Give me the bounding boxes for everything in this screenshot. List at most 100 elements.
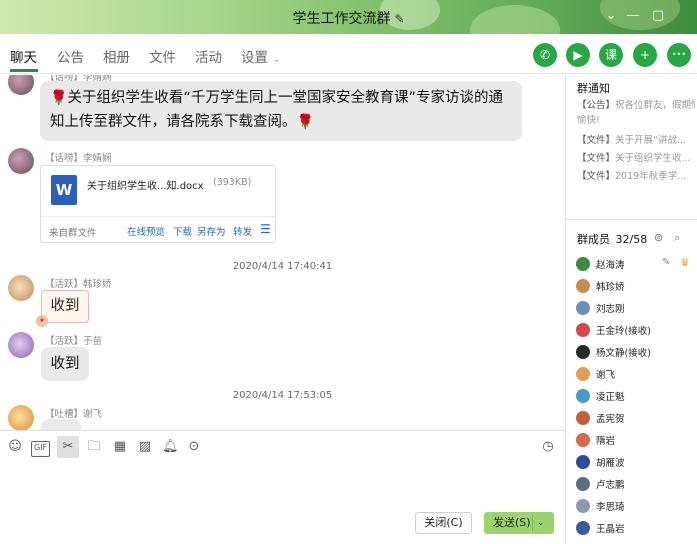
tab-album[interactable]: 相册 <box>103 46 130 66</box>
input-area[interactable]: ☺ GIF ✂ 🗀 ▦ ▨ 🔔︎ ⊙ ◷ 关闭(C) 发送(S) ⌄ <box>0 430 565 544</box>
message-bubble[interactable]: 🌹关于组织学生收看“千万学生同上一堂国家安全教育课”专家访谈的通知上传至群文件，… <box>40 81 522 141</box>
member-name: 李思琦 <box>596 502 625 513</box>
menu-icon[interactable]: ☰ <box>260 222 271 236</box>
rose-icon: 🌹 <box>296 114 314 130</box>
clock-icon[interactable]: ◷ <box>540 439 556 455</box>
screenshot-scissors-icon[interactable]: ✂ <box>57 436 79 458</box>
pencil-icon[interactable]: ✎ <box>662 257 670 268</box>
message-text: 收到 <box>50 356 80 372</box>
file-download-link[interactable]: 下载 <box>173 224 192 238</box>
avatar[interactable] <box>8 275 34 301</box>
member-item[interactable]: 王晶岩 <box>576 519 696 539</box>
timestamp: 2020/4/14 17:53:05 <box>232 390 333 401</box>
notice-item[interactable]: 【公告】祝各位群友，假期愉快! <box>577 97 695 111</box>
avatar[interactable] <box>8 405 34 430</box>
chevron-down-icon[interactable]: ⌄ <box>537 512 545 534</box>
pencil-icon[interactable]: ✎ <box>394 12 404 26</box>
members-count: 32/58 <box>615 233 648 246</box>
tab-chat[interactable]: 聊天 <box>10 46 37 66</box>
file-forward-link[interactable]: 转发 <box>233 224 252 238</box>
bubble-decoration-icon: ★ <box>36 315 48 327</box>
notice-item[interactable]: 【文件】关于组织学生收... <box>577 150 695 164</box>
avatar <box>576 455 590 469</box>
gif-icon[interactable]: GIF <box>31 441 51 457</box>
owner-badge-icon: ♛ <box>680 256 690 269</box>
member-name: 凌正魁 <box>596 392 625 403</box>
file-preview-link[interactable]: 在线预览 <box>127 224 165 238</box>
avatar <box>576 323 590 337</box>
avatar <box>576 367 590 381</box>
file-card[interactable]: W 关于组织学生收...知.docx (393KB) 来自群文件 在线预览 下载… <box>40 165 276 243</box>
member-item[interactable]: 凌正魁 <box>576 387 696 407</box>
message-sender: 【话唠】李婧娴 <box>45 153 112 164</box>
member-item[interactable]: 韩珍娇 <box>576 277 696 297</box>
notice-item[interactable]: 【文件】2019年秋季学... <box>577 168 695 182</box>
member-name: 谢飞 <box>596 370 616 381</box>
message-text: 关于组织学生收看“千万学生同上一堂国家安全教育课”专家访谈的通知上传至群文件，请… <box>50 90 503 130</box>
notice-tag: 【公告】 <box>577 100 616 111</box>
avatar <box>576 477 590 491</box>
member-name: 卢志鹏 <box>596 480 625 491</box>
notice-item[interactable]: 【文件】关于开展“讲战... <box>577 132 695 146</box>
message-bubble[interactable]: 收到 <box>41 290 89 323</box>
image-icon[interactable]: ▨ <box>137 439 153 455</box>
avatar <box>576 499 590 513</box>
file-save-as-link[interactable]: 另存为 <box>197 224 226 238</box>
image-text-icon[interactable]: ▦ <box>112 439 128 455</box>
member-name: 王金玲(接收) <box>596 326 651 337</box>
member-item[interactable]: 王金玲(接收) <box>576 321 696 341</box>
member-item[interactable]: 刘志刚 <box>576 299 696 319</box>
add-app-icon[interactable]: + <box>633 43 657 67</box>
folder-icon[interactable]: 🗀 <box>86 439 102 455</box>
tab-settings[interactable]: 设置 ⌄ <box>241 46 281 66</box>
file-name[interactable]: 关于组织学生收...知.docx <box>87 177 204 192</box>
member-name: 王晶岩 <box>596 524 625 535</box>
classroom-icon[interactable]: 课 <box>599 43 623 67</box>
close-button[interactable]: 关闭(C) <box>415 512 472 534</box>
collapse-icon[interactable]: ⌄ <box>603 8 619 24</box>
member-item[interactable]: 隋岩 <box>576 431 696 451</box>
member-item[interactable]: 杨文静(接收) <box>576 343 696 363</box>
title-bar: 学生工作交流群 ✎ ⌄ — ▢ <box>0 0 697 34</box>
tab-files[interactable]: 文件 <box>149 46 176 66</box>
file-size: (393KB) <box>213 177 252 188</box>
member-item[interactable]: 李思琦 <box>576 497 696 517</box>
message-sender: 【活跃】于苗 <box>45 336 103 347</box>
more-tools-icon[interactable]: ⊙ <box>186 439 202 455</box>
window-title[interactable]: 学生工作交流群 ✎ <box>0 8 697 28</box>
member-item[interactable]: 谢飞 <box>576 365 696 385</box>
chat-history[interactable]: 【话唠】李婧娴 🌹关于组织学生收看“千万学生同上一堂国家安全教育课”专家访谈的通… <box>0 75 565 430</box>
avatar[interactable] <box>8 75 34 95</box>
member-item[interactable]: 赵海涛 ✎ ♛ <box>576 255 696 275</box>
video-icon[interactable]: ▶ <box>566 43 590 67</box>
maximize-icon[interactable]: ▢ <box>650 8 666 24</box>
phone-icon[interactable]: ✆ <box>533 43 557 67</box>
member-name: 赵海涛 <box>596 260 625 271</box>
minimize-icon[interactable]: — <box>625 8 641 24</box>
avatar[interactable] <box>8 332 34 358</box>
member-manage-icon[interactable]: ⊚ <box>654 231 663 244</box>
group-members-panel: 群成员 32/58 ⊚ ⌕ 赵海涛 ✎ ♛ 韩珍娇 刘志刚 王金玲(接收) 杨文… <box>566 220 697 544</box>
avatar <box>576 345 590 359</box>
file-source: 来自群文件 <box>49 228 97 239</box>
send-button[interactable]: 发送(S) ⌄ <box>484 512 554 534</box>
members-title: 群成员 32/58 <box>577 231 647 247</box>
notice-tag: 【文件】 <box>577 153 616 164</box>
emoji-icon[interactable]: ☺ <box>7 439 23 455</box>
members-title-text: 群成员 <box>577 233 610 246</box>
bell-icon[interactable]: 🔔︎ <box>162 439 179 455</box>
tab-activity[interactable]: 活动 <box>195 46 222 66</box>
send-button-label: 发送(S) <box>493 516 531 529</box>
member-item[interactable]: 胡雁波 <box>576 453 696 473</box>
tab-settings-label: 设置 <box>241 50 268 66</box>
avatar[interactable] <box>8 148 34 174</box>
message-bubble[interactable] <box>41 419 81 430</box>
avatar <box>576 411 590 425</box>
member-item[interactable]: 卢志鹏 <box>576 475 696 495</box>
member-item[interactable]: 孟宪贺 <box>576 409 696 429</box>
word-doc-icon: W <box>51 175 77 205</box>
message-bubble[interactable]: 收到 <box>41 347 89 381</box>
search-icon[interactable]: ⌕ <box>674 231 680 245</box>
tab-announcement[interactable]: 公告 <box>57 46 84 66</box>
more-icon[interactable]: ••• <box>667 43 691 67</box>
